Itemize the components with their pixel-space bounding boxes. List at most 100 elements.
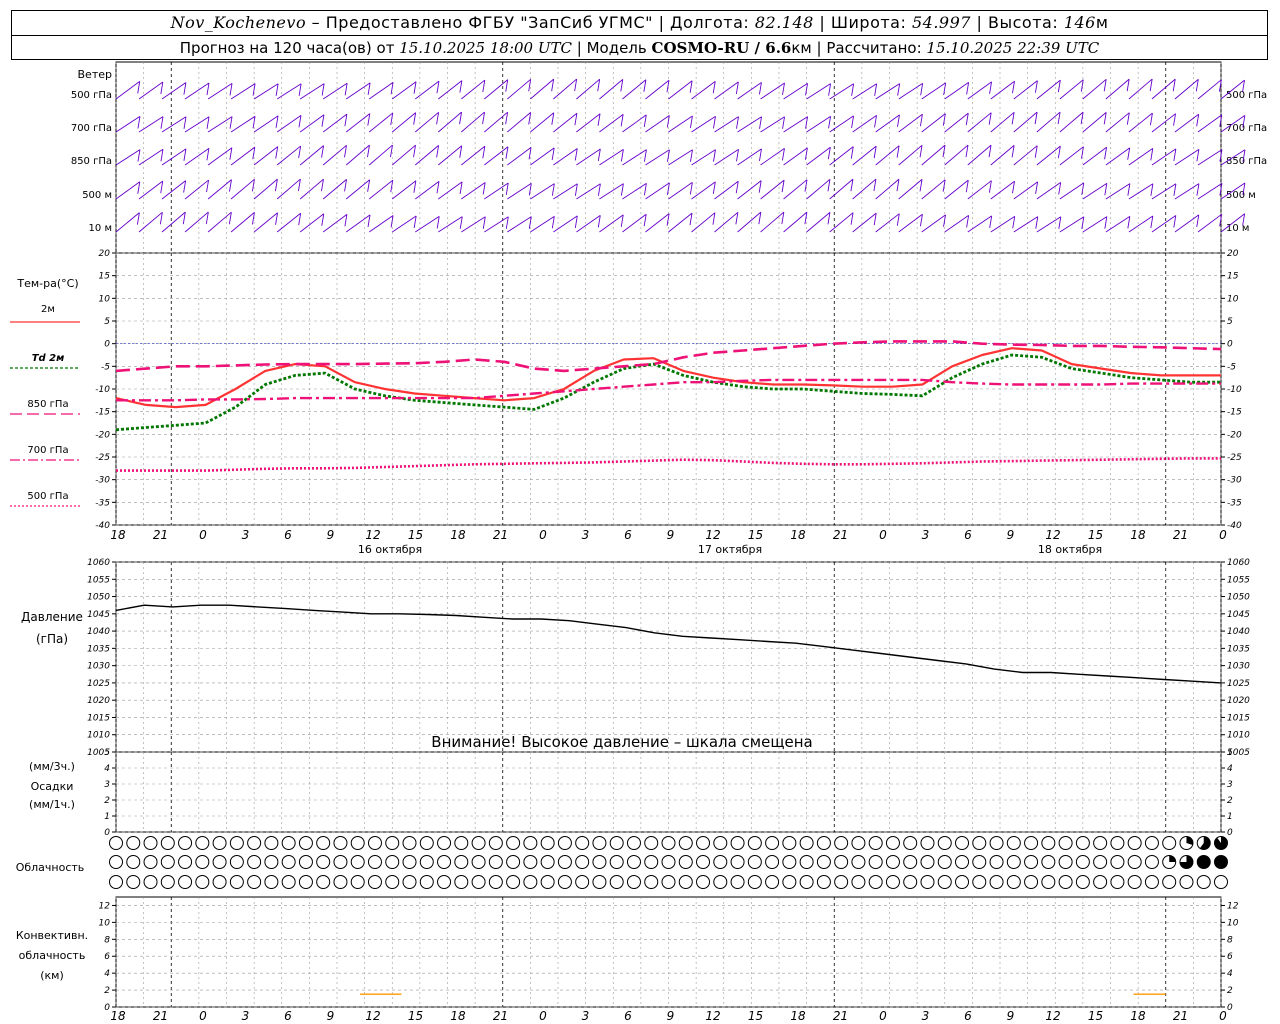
cloud-cover-symbol <box>385 875 400 889</box>
cloud-cover-symbol <box>765 875 780 889</box>
wind-barb-flag <box>713 149 716 162</box>
wind-barb-shaft <box>691 181 716 200</box>
cloud-cover-symbol <box>955 875 970 889</box>
pres-ytick-left: 1010 <box>87 731 110 741</box>
cloud-cover-symbol <box>316 855 331 869</box>
wind-barb-flag <box>482 182 486 195</box>
wind-level-label: 10 м <box>89 223 112 234</box>
wind-barb-shaft <box>184 179 209 200</box>
cloud-cover-symbol <box>247 875 262 889</box>
x-tick-label: 12 <box>1045 528 1060 542</box>
wind-barb-shaft <box>230 83 256 100</box>
cloud-cover-symbol <box>765 855 780 869</box>
wind-barb-shaft <box>1174 79 1199 100</box>
wind-barb-shaft <box>1197 114 1223 133</box>
cloud-cover-symbol <box>989 875 1004 889</box>
cloud-cover-symbol <box>1075 855 1090 869</box>
cloud-cover-symbol <box>851 855 866 869</box>
wind-barb-flag <box>736 116 739 129</box>
temp-ytick-left: 20 <box>99 249 111 259</box>
wind-barb-shaft <box>276 212 301 233</box>
wind-barb-flag <box>897 83 901 96</box>
wind-barb-shaft <box>1105 112 1130 133</box>
wind-barb-shaft <box>253 83 279 100</box>
wind-barb-flag <box>551 147 555 160</box>
convective-unit: (км) <box>40 969 64 982</box>
wind-barb-shaft <box>507 182 532 200</box>
wind-barb-shaft <box>668 182 693 200</box>
cloud-cover-symbol <box>626 875 641 889</box>
cloud-cover-symbol <box>1075 875 1090 889</box>
wind-barb-shaft <box>438 216 463 233</box>
wind-barb-shaft <box>668 115 693 133</box>
wind-barb-shaft <box>1059 182 1085 200</box>
temp-ytick-left: -40 <box>95 521 110 531</box>
wind-barb-shaft <box>875 213 900 233</box>
wind-barb-shaft <box>461 145 486 166</box>
wind-barb-shaft <box>1105 183 1131 200</box>
x-tick-label: 21 <box>493 528 508 542</box>
wind-barb-flag <box>436 216 440 229</box>
temp-ytick-right: -20 <box>1227 430 1242 440</box>
x-tick-label: 15 <box>748 528 763 542</box>
wind-barb-shaft <box>1013 181 1038 200</box>
wind-barb-flag <box>759 116 762 129</box>
x-tick-label-bottom: 3 <box>582 1009 590 1023</box>
cloud-cover-symbol <box>126 875 141 889</box>
x-tick-label: 18 <box>790 528 806 542</box>
wind-barb-flag <box>597 183 601 196</box>
wind-barb-shaft <box>553 215 578 233</box>
wind-barb-flag <box>574 148 578 161</box>
cloud-cover-symbol <box>989 855 1004 869</box>
cloud-cover-symbol <box>816 855 831 869</box>
wind-barb-flag <box>620 214 624 227</box>
x-tick-label-bottom: 0 <box>879 1009 887 1023</box>
x-tick-label: 15 <box>408 528 423 542</box>
x-tick-label-bottom: 3 <box>242 1009 250 1023</box>
wind-barb-flag <box>920 83 924 96</box>
cloud-cover-symbol <box>626 836 641 850</box>
wind-barb-shaft <box>415 215 440 233</box>
cloud-cover-symbol <box>937 855 952 869</box>
wind-barb-shaft <box>276 145 301 166</box>
wind-barb-flag <box>1173 148 1177 161</box>
wind-barb-shaft <box>967 215 992 233</box>
conv-ytick-right: 2 <box>1227 986 1233 996</box>
x-tick-label-bottom: 21 <box>153 1009 168 1023</box>
wind-barb-shaft <box>115 149 141 166</box>
cloud-cover-symbol <box>402 836 417 850</box>
wind-barb-shaft <box>921 113 946 133</box>
wind-barb-shaft <box>806 83 831 100</box>
conv-ytick-right: 10 <box>1227 918 1239 928</box>
cloud-cover-symbol <box>212 836 227 850</box>
pressure-unit: (гПа) <box>36 632 68 646</box>
temp-ytick-left: 15 <box>99 272 111 282</box>
pressure-title: Давление <box>21 610 83 624</box>
cloud-cover-symbol <box>333 855 348 869</box>
wind-barb-shaft <box>944 179 969 200</box>
pres-ytick-right: 1040 <box>1227 627 1250 637</box>
wind-barb-flag <box>160 116 164 129</box>
wind-barb-shaft <box>530 147 555 166</box>
cloud-cover-symbol <box>229 836 244 850</box>
wind-barb-shaft <box>207 83 233 100</box>
cloud-cover-symbol <box>1006 855 1021 869</box>
cloud-cover-symbol <box>575 836 590 850</box>
wind-barb-shaft <box>253 115 279 133</box>
cloud-cover-symbol <box>713 875 728 889</box>
wind-barb-shaft <box>391 180 417 200</box>
wind-barb-shaft <box>898 179 923 200</box>
wind-barb-flag <box>137 181 141 194</box>
cloud-cover-symbol <box>557 855 572 869</box>
wind-barb-shaft <box>438 145 462 166</box>
wind-barb-shaft <box>967 112 992 133</box>
wind-barb-shaft <box>1036 79 1061 100</box>
wind-barb-flag <box>275 115 279 128</box>
cloud-cover-symbol <box>212 855 227 869</box>
wind-barb-shaft <box>783 116 808 133</box>
prec-ytick-left: 5 <box>104 748 110 758</box>
wind-barb-shaft <box>1013 111 1038 133</box>
wind-barb-shaft <box>921 144 946 166</box>
wind-level-label-right: 500 м <box>1226 190 1256 201</box>
cloud-cover-symbol <box>1041 836 1056 850</box>
